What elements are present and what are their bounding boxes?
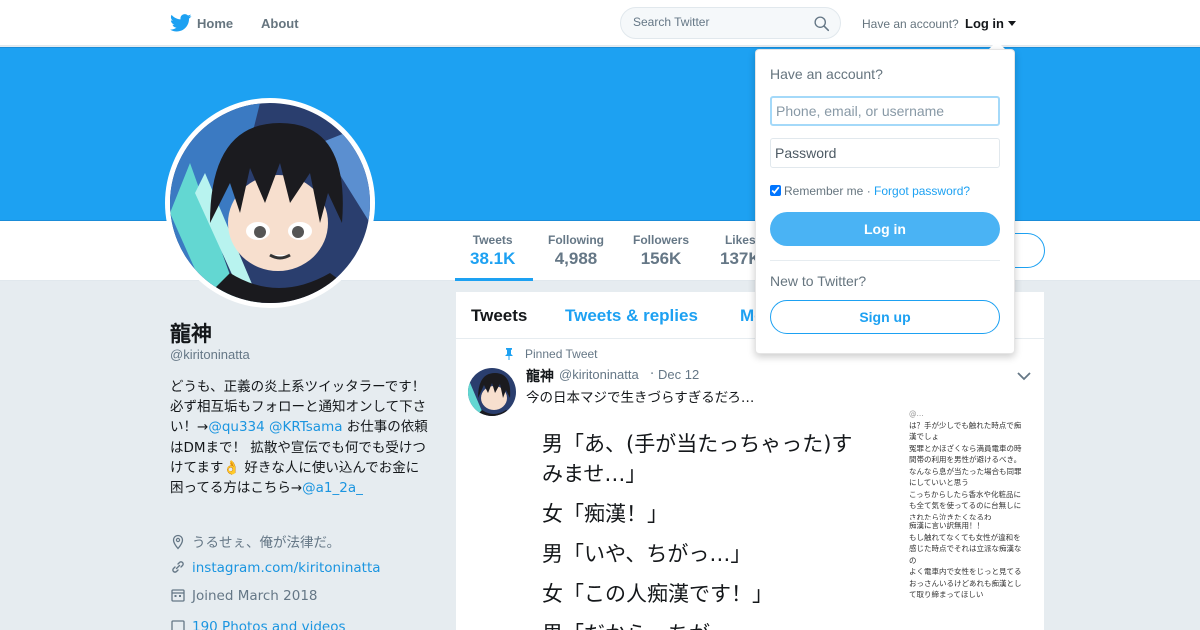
image-dialog-line: 男「あ、(手が当たっちゃった)す xyxy=(542,432,853,456)
tab-tweets[interactable]: Tweets xyxy=(471,306,527,326)
remember-me-checkbox[interactable] xyxy=(770,185,781,196)
photos-link[interactable]: 190 Photos and videos xyxy=(192,619,346,630)
clip-line: 感じた時点でそれは立派な痴漢な xyxy=(909,544,1022,553)
profile-bio: どうも、正義の炎上系ツイッタラーです！ 必ず相互垢もフォローと通知オンして下さい… xyxy=(170,377,432,498)
new-to-twitter-text: New to Twitter? xyxy=(770,273,867,289)
signup-button[interactable]: Sign up xyxy=(770,300,1000,334)
location-pin-icon xyxy=(172,534,184,550)
profile-avatar[interactable] xyxy=(165,98,375,308)
search-input[interactable] xyxy=(633,15,803,29)
link-icon xyxy=(172,561,184,573)
username-field[interactable] xyxy=(770,96,1000,126)
pin-icon xyxy=(505,348,513,360)
calendar-icon xyxy=(171,589,185,602)
stat-following[interactable]: Following 4,988 xyxy=(548,233,604,269)
photo-icon xyxy=(171,620,185,630)
stat-value: 4,988 xyxy=(554,249,598,268)
profile-name[interactable]: 龍神 xyxy=(170,318,212,348)
clip-line: @... xyxy=(909,409,924,418)
clip-line: も全て気を使ってるのに台無しに xyxy=(909,501,1022,510)
tab-tweets-replies[interactable]: Tweets & replies xyxy=(565,306,698,326)
tweet-date[interactable]: Dec 12 xyxy=(658,367,699,382)
login-dropdown: Have an account? Remember me · Forgot pa… xyxy=(755,49,1015,354)
dropdown-title: Have an account? xyxy=(770,66,883,82)
tweet-author-name[interactable]: 龍神 xyxy=(526,366,554,386)
profile-website: instagram.com/kiritoninatta xyxy=(170,559,381,576)
stat-followers[interactable]: Followers 156K xyxy=(633,233,689,269)
top-navigation-bar: Home About Have an account? Log in xyxy=(0,0,1200,46)
tweet-avatar[interactable] xyxy=(468,368,516,416)
profile-location: うるせぇ、俺が法律だ。 xyxy=(170,531,340,551)
clip-line: なんなら息が当たった場合も同罪 xyxy=(909,466,1022,476)
image-dialog-line: 男「だから、ちが… xyxy=(542,619,731,630)
image-dialog-line: みませ…」 xyxy=(542,462,647,486)
clip-line: もし触れてなくても女性が違和を xyxy=(909,532,1021,542)
chevron-down-icon[interactable] xyxy=(1017,372,1031,381)
password-field[interactable] xyxy=(770,138,1000,168)
stat-value: 38.1K xyxy=(470,249,516,268)
nav-about-link[interactable]: About xyxy=(261,16,299,31)
clip-line: は？手が少しでも触れた時点で痴 xyxy=(909,420,1022,430)
twitter-bird-icon[interactable] xyxy=(170,14,192,32)
profile-joined: Joined March 2018 xyxy=(170,587,318,604)
have-account-text: Have an account? xyxy=(862,17,959,31)
screenshot-reply-2: 痴漢に言い訳無用！！ もし触れてなくても女性が違和を 感じた時点でそれは立派な痴… xyxy=(909,520,1025,630)
search-icon[interactable] xyxy=(813,15,830,32)
clip-line: にしていいと思う xyxy=(909,478,969,487)
location-text: うるせぇ、俺が法律だ。 xyxy=(192,535,341,551)
remember-row: Remember me · Forgot password? xyxy=(770,184,970,198)
search-box[interactable] xyxy=(620,7,841,39)
active-stat-underline xyxy=(455,278,533,281)
login-button[interactable]: Log in xyxy=(770,212,1000,246)
profile-handle[interactable]: @kiritoninatta xyxy=(170,347,250,362)
tweet-image[interactable]: 男「あ、(手が当たっちゃった)す みませ…」 女「痴漢！」 男「いや、ちがっ…」… xyxy=(526,404,1044,630)
image-dialog-line: 女「この人痴漢です！」 xyxy=(542,582,773,606)
separator-dot: · xyxy=(866,184,871,198)
website-link[interactable]: instagram.com/kiritoninatta xyxy=(192,560,381,576)
clip-line: 漢でしょ xyxy=(909,432,939,441)
image-dialog-line: 女「痴漢！」 xyxy=(542,502,668,526)
nav-home-link[interactable]: Home xyxy=(197,16,233,31)
login-dropdown-toggle[interactable]: Log in xyxy=(965,16,1004,31)
stat-label: Following xyxy=(548,233,604,247)
bio-mention-link[interactable]: @qu334 xyxy=(208,419,264,435)
bio-mention-link[interactable]: @a1_2a_ xyxy=(302,480,363,496)
forgot-password-link[interactable]: Forgot password? xyxy=(874,184,970,198)
clip-line: の xyxy=(909,555,917,565)
stat-label: Followers xyxy=(633,233,690,247)
stat-tweets[interactable]: Tweets 38.1K xyxy=(470,233,515,269)
clip-line: こっちからしたら香水や化粧品に xyxy=(909,489,1021,499)
clip-line: おっさんいるけどあれも痴漢とし xyxy=(909,578,1022,588)
profile-photos: 190 Photos and videos xyxy=(170,618,346,630)
clip-line: 冤罪とかほざくなら満員電車の時 xyxy=(909,443,1022,453)
clip-line: よく電車内で女性をじっと見てる xyxy=(909,567,1022,576)
dropdown-divider xyxy=(770,260,1000,261)
pinned-tweet-label: Pinned Tweet xyxy=(525,347,598,361)
tweet-text: 今の日本マジで生きづらすぎるだろ… xyxy=(526,390,755,406)
screenshot-reply-1: @... は？手が少しでも触れた時点で痴 漢でしょ 冤罪とかほざくなら満員電車の… xyxy=(909,408,1025,522)
caret-down-icon[interactable] xyxy=(1008,21,1016,26)
stat-value: 156K xyxy=(640,249,682,268)
bio-mention-link[interactable]: @KRTsama xyxy=(269,419,343,435)
clip-line: て取り締まってほしい xyxy=(909,590,984,599)
ok-hand-emoji-icon: 👌 xyxy=(223,459,241,476)
remember-me-label[interactable]: Remember me xyxy=(784,184,863,198)
anime-avatar-image xyxy=(170,103,370,303)
joined-text: Joined March 2018 xyxy=(192,588,318,604)
clip-line: 間帯の利用を男性が避けるべき。 xyxy=(909,455,1022,464)
separator-dot: · xyxy=(650,367,655,382)
stat-label: Tweets xyxy=(472,233,513,247)
clip-line: 痴漢に言い訳無用！！ xyxy=(909,521,984,530)
image-dialog-line: 男「いや、ちがっ…」 xyxy=(542,542,752,566)
tweet-author-handle[interactable]: @kiritoninatta xyxy=(559,367,639,382)
